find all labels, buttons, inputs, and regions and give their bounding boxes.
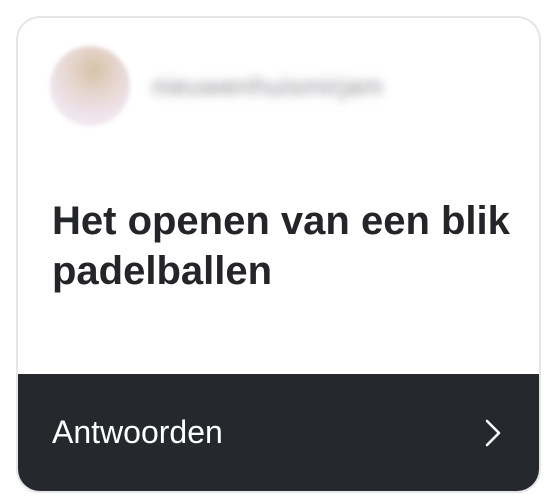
card-header: nieuwenhuismirjam	[50, 44, 383, 128]
card-title: Het openen van een blik padelballen	[52, 199, 510, 293]
question-card[interactable]: nieuwenhuismirjam Het openen van een bli…	[16, 16, 541, 493]
reply-button[interactable]: Antwoorden	[18, 374, 539, 491]
reply-label: Antwoorden	[52, 414, 223, 450]
avatar[interactable]	[50, 46, 130, 126]
chevron-right-icon	[485, 419, 501, 446]
username[interactable]: nieuwenhuismirjam	[152, 71, 383, 102]
